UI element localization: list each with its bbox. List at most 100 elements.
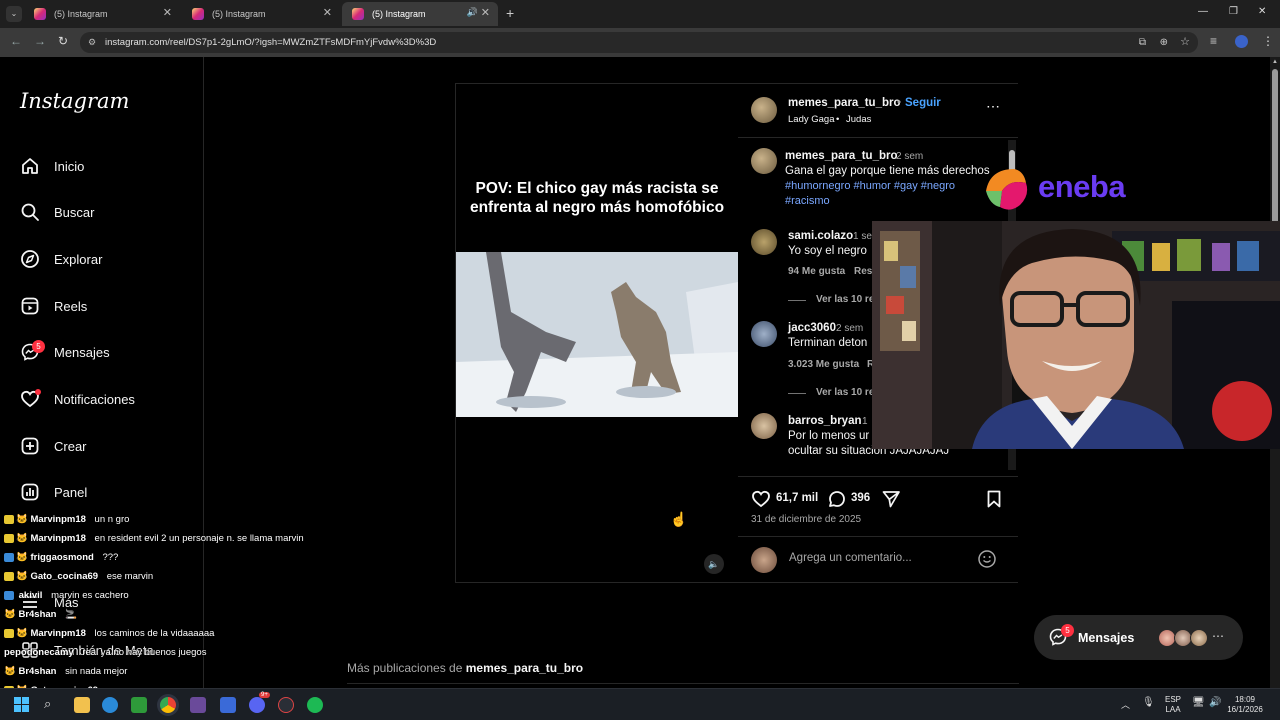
network-icon[interactable]: 🖥 — [1192, 697, 1205, 708]
more-options-icon[interactable]: ⋯ — [986, 98, 1001, 115]
comment-username[interactable]: jacc3060 — [788, 322, 836, 334]
sidebar-item-label: Buscar — [54, 204, 95, 220]
back-arrow-icon[interactable]: ← — [10, 34, 22, 48]
view-replies-link[interactable]: Ver las 10 re — [816, 387, 874, 398]
close-tab-icon[interactable]: ✕ — [163, 6, 172, 19]
obs-app-icon[interactable] — [190, 697, 206, 713]
browser-tab-active[interactable]: (5) Instagram 🔊 ✕ — [342, 2, 498, 26]
author-username[interactable]: memes_para_tu_bro — [788, 97, 901, 109]
profile-avatar-icon[interactable] — [1235, 35, 1248, 48]
volume-icon[interactable]: 🔊 — [1209, 697, 1221, 708]
spotify-icon[interactable] — [307, 697, 323, 713]
messages-floating-button[interactable]: 5 Mensajes ⋯ — [1034, 615, 1243, 660]
close-tab-icon[interactable]: ✕ — [323, 6, 332, 19]
forward-arrow-icon[interactable]: → — [34, 34, 46, 48]
follow-button[interactable]: Seguir — [905, 97, 941, 109]
sidebar-item-mensajes[interactable]: 5 Mensajes — [20, 339, 110, 365]
site-info-icon[interactable]: ⚙ — [88, 32, 96, 53]
audio-artist[interactable]: Lady Gaga — [788, 114, 834, 125]
close-tab-icon[interactable]: ✕ — [481, 6, 490, 19]
eneba-sponsor-logo: eneba — [980, 163, 1150, 213]
close-window-icon[interactable]: ✕ — [1258, 6, 1266, 17]
chat-username: Marvinpm18 — [30, 628, 86, 639]
audio-playing-icon[interactable]: 🔊 — [467, 7, 478, 18]
comment-bubble-icon[interactable] — [827, 489, 847, 514]
chat-message: 🐱 Br4shan sin nada mejor — [4, 666, 128, 677]
comment-text: Yo soy el negro — [788, 245, 867, 257]
scroll-up-arrow-icon[interactable]: ▲ — [1272, 59, 1278, 65]
comment-avatar[interactable] — [751, 229, 777, 255]
browser-menu-icon[interactable]: ⋮ — [1262, 34, 1274, 48]
dashboard-icon — [20, 482, 40, 502]
reading-list-icon[interactable]: ≡ — [1210, 34, 1217, 48]
comment-avatar[interactable] — [751, 413, 777, 439]
discord-icon[interactable] — [249, 697, 265, 713]
likes-count[interactable]: 61,7 mil — [776, 492, 818, 504]
mute-toggle-icon[interactable]: 🔈 — [704, 554, 724, 574]
reel-video[interactable]: POV: El chico gay más racista se enfrent… — [456, 84, 738, 582]
bookmark-star-icon[interactable]: ☆ — [1180, 32, 1190, 53]
address-bar[interactable]: ⚙ instagram.com/reel/DS7p1-2gLmO/?igsh=M… — [80, 32, 1198, 53]
chat-message: 🐱 Br4shan 🚬 — [4, 609, 77, 620]
sidebar-item-notificaciones[interactable]: Notificaciones — [20, 386, 135, 412]
browser-tab[interactable]: (5) Instagram ✕ — [24, 2, 180, 26]
sidebar-item-reels[interactable]: Reels — [20, 293, 87, 319]
comment-likes[interactable]: 94 Me gusta — [788, 266, 845, 277]
restore-icon[interactable]: ❐ — [1229, 6, 1238, 17]
author-avatar[interactable] — [751, 97, 777, 123]
sidebar-item-crear[interactable]: Crear — [20, 433, 87, 459]
chat-username: Br4shan — [18, 666, 57, 677]
audio-song[interactable]: Judas — [846, 114, 871, 125]
post-actions: 61,7 mil 396 31 de diciembre de 2025 — [738, 476, 1018, 526]
install-app-icon[interactable]: ⧉ — [1139, 32, 1146, 53]
comment-text: Terminan deton — [788, 337, 868, 349]
tab-search-button[interactable]: ⌄ — [6, 6, 22, 22]
sidebar-item-panel[interactable]: Panel — [20, 479, 87, 505]
section-divider — [347, 683, 1019, 684]
sidebar-item-explorar[interactable]: Explorar — [20, 246, 102, 272]
comment-likes[interactable]: 3.023 Me gusta — [788, 359, 859, 370]
browser-tab[interactable]: (5) Instagram ✕ — [182, 2, 340, 26]
comment-username[interactable]: sami.colazo — [788, 230, 853, 242]
microphone-icon[interactable]: 🎙 — [1142, 697, 1155, 708]
comments-count[interactable]: 396 — [851, 492, 870, 504]
windows-start-icon[interactable] — [14, 697, 29, 712]
share-send-icon[interactable] — [881, 489, 901, 514]
tab-title: (5) Instagram — [54, 9, 108, 19]
zoom-icon[interactable]: ⊕ — [1160, 32, 1168, 53]
tray-chevron-icon[interactable]: ︿ — [1121, 698, 1130, 711]
add-comment-input[interactable]: Agrega un comentario... — [789, 552, 912, 564]
comment-avatar[interactable] — [751, 321, 777, 347]
comment-reply[interactable]: Res — [854, 266, 872, 277]
chrome-icon[interactable] — [160, 697, 176, 713]
caption-hashtags[interactable]: #racismo — [785, 195, 830, 207]
clock[interactable]: 18:09 16/1/2026 — [1222, 695, 1268, 715]
comment-username[interactable]: barros_bryan — [788, 415, 862, 427]
instagram-logo[interactable]: Instagram — [20, 89, 129, 113]
chat-badge-icon — [4, 571, 14, 581]
language-indicator[interactable]: ESP LAA — [1162, 695, 1184, 715]
language-bottom: LAA — [1165, 705, 1181, 714]
file-explorer-icon[interactable] — [74, 697, 90, 713]
sidebar-item-buscar[interactable]: Buscar — [20, 199, 94, 225]
caption-avatar[interactable] — [751, 148, 777, 174]
app-icon[interactable] — [220, 697, 236, 713]
tab-title: (5) Instagram — [212, 9, 266, 19]
xbox-app-icon[interactable] — [131, 697, 147, 713]
like-heart-icon[interactable] — [751, 489, 771, 514]
minimize-icon[interactable]: — — [1198, 6, 1208, 17]
emoji-icon[interactable] — [977, 549, 997, 574]
more-posts-heading: Más publicaciones de memes_para_tu_bro — [347, 661, 583, 675]
new-tab-button[interactable]: + — [506, 5, 514, 21]
edge-browser-icon[interactable] — [102, 697, 118, 713]
sidebar-item-inicio[interactable]: Inicio — [20, 153, 84, 179]
app-icon[interactable] — [278, 697, 294, 713]
caption-username[interactable]: memes_para_tu_bro — [785, 150, 898, 162]
more-posts-username[interactable]: memes_para_tu_bro — [466, 661, 583, 675]
caption-hashtags[interactable]: #humornegro #humor #gay #negro — [785, 180, 955, 192]
search-icon[interactable]: ⌕ — [44, 696, 51, 712]
plus-square-icon — [20, 436, 40, 456]
reload-icon[interactable]: ↻ — [58, 34, 68, 48]
view-replies-link[interactable]: Ver las 10 re — [816, 294, 874, 305]
save-bookmark-icon[interactable] — [984, 489, 1004, 514]
